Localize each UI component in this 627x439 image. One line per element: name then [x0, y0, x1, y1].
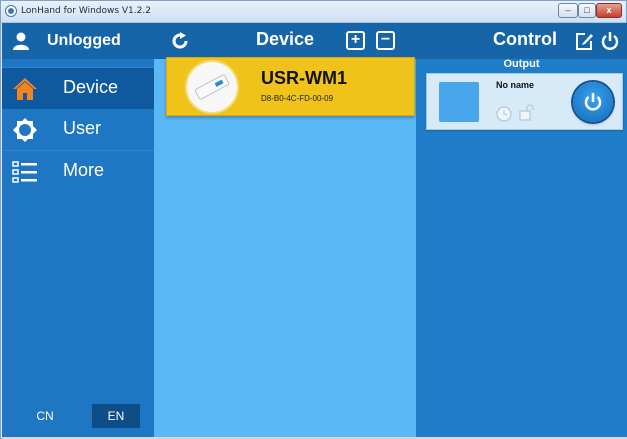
device-name: USR-WM1: [261, 68, 347, 88]
home-icon: [13, 78, 37, 100]
output-card[interactable]: No name: [426, 73, 623, 130]
sidebar-item-user[interactable]: User: [2, 109, 154, 151]
gear-icon: [13, 118, 37, 142]
device-mac: D8-B0-4C-FD-00-09: [261, 94, 334, 103]
remove-device-button[interactable]: −: [376, 31, 395, 50]
output-name: No name: [496, 80, 535, 90]
edit-icon[interactable]: [574, 31, 594, 51]
app-body: Unlogged Device User More CN EN Device +…: [2, 23, 627, 439]
maximize-icon: □: [584, 5, 590, 15]
app-logo-icon: [5, 5, 17, 17]
window-title: LonHand for Windows V1.2.2: [21, 6, 151, 16]
maximize-button[interactable]: □: [578, 3, 596, 18]
refresh-icon[interactable]: [170, 31, 190, 51]
timer-icon[interactable]: [496, 106, 512, 122]
close-button[interactable]: x: [596, 3, 622, 18]
output-color-swatch[interactable]: [439, 82, 479, 122]
language-en-button[interactable]: EN: [92, 404, 140, 428]
control-panel: Control Output No name: [416, 23, 627, 439]
sidebar-item-label: More: [63, 160, 105, 180]
output-power-button[interactable]: [573, 82, 613, 122]
user-header[interactable]: Unlogged: [2, 23, 154, 59]
sidebar-item-device[interactable]: Device: [2, 67, 154, 109]
smart-plug-icon: [194, 73, 230, 101]
close-icon: x: [606, 5, 612, 15]
title-bar: LonHand for Windows V1.2.2 – □ x: [1, 1, 626, 23]
add-device-button[interactable]: +: [346, 31, 365, 50]
control-panel-title: Control: [493, 29, 557, 49]
output-section-label: Output: [503, 58, 540, 70]
sidebar-item-label: Device: [63, 77, 119, 97]
device-panel-title: Device: [256, 29, 315, 49]
app-window: LonHand for Windows V1.2.2 – □ x Unlogge…: [0, 0, 627, 439]
device-card[interactable]: USR-WM1 D8-B0-4C-FD-00-09: [166, 57, 415, 116]
unlock-icon[interactable]: [518, 104, 534, 122]
minimize-button[interactable]: –: [558, 3, 578, 18]
device-image: [187, 62, 237, 112]
minimize-icon: –: [565, 5, 571, 15]
user-status-label: Unlogged: [47, 32, 121, 49]
language-cn-button[interactable]: CN: [22, 404, 68, 428]
control-header: Control: [416, 23, 627, 59]
sidebar-item-label: User: [63, 118, 102, 138]
sidebar: Unlogged Device User More CN EN: [2, 23, 154, 439]
sidebar-item-more[interactable]: More: [2, 151, 154, 193]
device-panel: Device + − USR-WM1 D8-B0-4C-FD-00-09: [154, 23, 416, 439]
power-icon: [584, 93, 602, 111]
user-icon: [13, 32, 29, 50]
power-icon[interactable]: [600, 31, 620, 51]
device-header: Device + −: [154, 23, 416, 59]
list-icon: [12, 161, 37, 183]
